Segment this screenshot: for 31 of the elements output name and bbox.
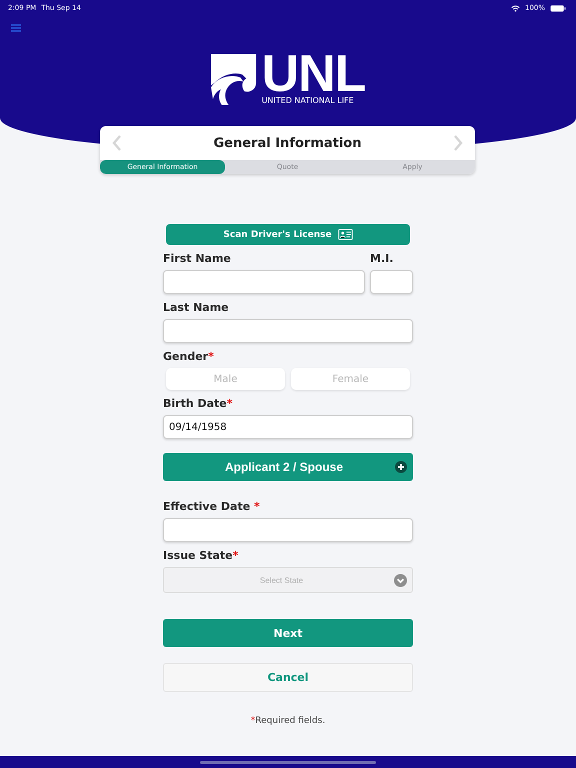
field-label: Issue State*	[163, 549, 240, 562]
gender-option-button[interactable]: Male	[166, 368, 285, 390]
last-name-field[interactable]	[163, 319, 413, 343]
gender-option-button[interactable]: Female	[291, 368, 410, 390]
chevron-right-icon[interactable]	[453, 135, 463, 151]
field-label: First Name	[163, 252, 232, 265]
dropdown-chevron-icon	[394, 574, 407, 586]
state-dropdown[interactable]: Select State	[163, 567, 413, 593]
cancel-button[interactable]: Cancel	[163, 663, 413, 692]
field-label: M.I.	[370, 252, 394, 265]
field-label: Gender*	[163, 350, 215, 363]
add-applicant-button[interactable]: Applicant 2 / Spouse	[163, 453, 413, 481]
required-fields-note: *Required fields.	[250, 716, 326, 726]
wizard-title: General Information	[214, 136, 362, 150]
scan-license-button[interactable]: Scan Driver's License	[166, 224, 410, 245]
effective-date-field[interactable]	[163, 518, 413, 542]
field-label: Birth Date*	[163, 397, 234, 410]
logo-tagline: UNITED NATIONAL LIFE	[262, 96, 355, 105]
plus-icon	[395, 461, 407, 473]
id-card-icon	[338, 229, 353, 240]
field-label: Effective Date *	[163, 500, 261, 513]
first-name-field[interactable]	[163, 270, 365, 294]
logo-wordmark: UNL	[262, 54, 366, 94]
birth-date-field[interactable]: 09/14/1958	[163, 415, 413, 439]
field-label: Last Name	[163, 301, 230, 314]
wifi-icon	[510, 4, 520, 12]
chevron-left-icon[interactable]	[112, 135, 122, 151]
next-button[interactable]: Next	[163, 619, 413, 647]
menu-icon[interactable]	[11, 24, 21, 32]
middle-initial-field[interactable]	[370, 270, 413, 294]
battery-icon	[550, 4, 566, 12]
